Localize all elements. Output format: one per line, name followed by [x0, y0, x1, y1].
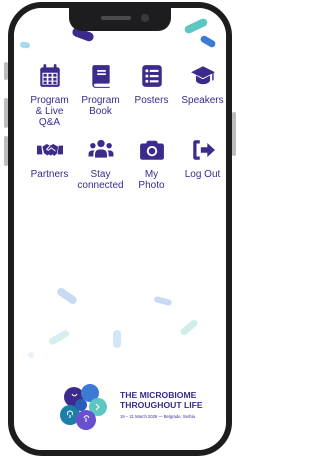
handshake-icon: [36, 136, 64, 164]
menu-label: Program & Live Q&A: [30, 95, 69, 128]
phone-notch: [69, 8, 171, 31]
decor-pill: [179, 318, 199, 337]
speaker-grille: [101, 16, 131, 20]
graduation-cap-icon: [189, 62, 217, 90]
decor-pill: [47, 328, 71, 347]
logo-subtitle: 19 – 21 March 2026 — Belgrade, Serbia: [120, 414, 195, 419]
users-icon: [87, 136, 115, 164]
menu-label: Program Book: [81, 95, 120, 117]
menu-label: Posters: [134, 95, 169, 106]
app-screen: Program & Live Q&A Program Book Posters …: [14, 8, 226, 450]
menu-posters[interactable]: Posters: [126, 62, 177, 128]
book-icon: [87, 62, 115, 90]
decor-pill: [199, 34, 217, 49]
phone-frame: Program & Live Q&A Program Book Posters …: [8, 2, 232, 456]
menu-label: Stay connected: [77, 169, 124, 191]
decor-pill: [183, 17, 209, 35]
menu-program-live-qa[interactable]: Program & Live Q&A: [24, 62, 75, 128]
decor-pill: [153, 295, 173, 307]
menu-speakers[interactable]: Speakers: [177, 62, 226, 128]
microbiome-logo-mark: [60, 384, 107, 430]
menu-label: Log Out: [184, 169, 221, 180]
camera-icon: [138, 136, 166, 164]
menu-partners[interactable]: Partners: [24, 136, 75, 191]
menu-log-out[interactable]: Log Out: [177, 136, 226, 191]
decor-pill: [28, 352, 34, 358]
calendar-icon: [36, 62, 64, 90]
list-icon: [138, 62, 166, 90]
menu-label: My Photo: [138, 169, 165, 191]
menu-label: Speakers: [181, 95, 224, 106]
menu-grid: Program & Live Q&A Program Book Posters …: [24, 62, 226, 191]
sign-out-icon: [189, 136, 217, 164]
menu-program-book[interactable]: Program Book: [75, 62, 126, 128]
decor-pill: [19, 41, 31, 49]
logo-title: THE MICROBIOME THROUGHOUT LIFE: [120, 390, 203, 410]
power-button: [232, 112, 236, 156]
menu-label: Partners: [30, 169, 69, 180]
menu-stay-connected[interactable]: Stay connected: [75, 136, 126, 191]
event-logo: THE MICROBIOME THROUGHOUT LIFE 19 – 21 M…: [54, 380, 224, 438]
menu-my-photo[interactable]: My Photo: [126, 136, 177, 191]
decor-pill: [55, 286, 79, 306]
front-camera: [141, 14, 149, 22]
decor-pill: [113, 330, 121, 348]
